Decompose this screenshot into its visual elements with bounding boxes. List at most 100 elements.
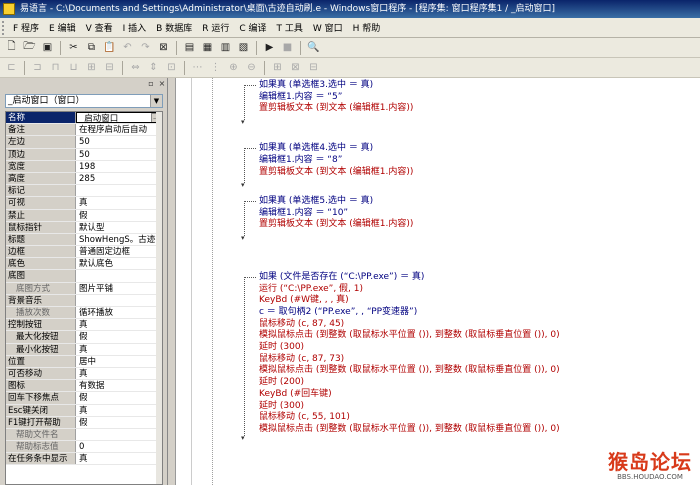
property-row[interactable]: 底图方式 图片平铺: [6, 282, 162, 295]
open-icon[interactable]: 🗁: [22, 40, 37, 55]
menubar-grip[interactable]: [2, 20, 6, 35]
property-row[interactable]: 标记: [6, 185, 162, 198]
cut-icon[interactable]: ✂: [66, 40, 81, 55]
new-file-icon[interactable]: 🗋: [4, 40, 19, 55]
layout3-icon[interactable]: ▥: [218, 40, 233, 55]
paste-icon[interactable]: 📋: [102, 40, 117, 55]
menu-item[interactable]: I 插入: [118, 21, 152, 34]
property-value[interactable]: 真: [76, 405, 162, 416]
property-value[interactable]: [76, 295, 162, 306]
code-line[interactable]: 如果真 (单选框5.选中 ＝ 真): [259, 195, 373, 207]
code-line[interactable]: 如果真 (单选框4.选中 ＝ 真): [259, 142, 373, 154]
property-value[interactable]: 假: [76, 392, 162, 403]
stop-icon[interactable]: ■: [280, 40, 295, 55]
code-line[interactable]: 鼠标移动 (c, 87, 73): [259, 353, 344, 365]
property-row[interactable]: 备注 在程序启动后自动: [6, 124, 162, 137]
menu-item[interactable]: T 工具: [271, 21, 307, 34]
align-middle-icon[interactable]: ⊞: [84, 60, 99, 75]
tab-order-icon[interactable]: ⊟: [306, 60, 321, 75]
menu-item[interactable]: R 运行: [197, 21, 234, 34]
code-line[interactable]: 置剪辑板文本 (到文本 (编辑框1.内容)): [259, 166, 413, 178]
code-line[interactable]: 置剪辑板文本 (到文本 (编辑框1.内容)): [259, 102, 413, 114]
v-space-icon[interactable]: ⋮: [208, 60, 223, 75]
code-line[interactable]: KeyBd (#W键, , , 真): [259, 294, 349, 306]
chevron-down-icon[interactable]: ▼: [150, 95, 162, 107]
property-value[interactable]: 真: [76, 453, 162, 464]
menu-item[interactable]: F 程序: [8, 21, 44, 34]
same-size-icon[interactable]: ⊡: [164, 60, 179, 75]
property-value[interactable]: 假: [76, 210, 162, 221]
property-value[interactable]: 真: [76, 368, 162, 379]
property-scrollbar[interactable]: [156, 112, 162, 484]
code-line[interactable]: 编辑框1.内容 ＝ “5”: [259, 91, 342, 103]
property-row[interactable]: 播放次数 循环播放: [6, 307, 162, 320]
property-value[interactable]: 图片平铺: [76, 283, 162, 294]
property-value[interactable]: 真: [76, 319, 162, 330]
run-icon[interactable]: ▶: [262, 40, 277, 55]
property-value[interactable]: 普通固定边框: [76, 246, 162, 257]
delete-icon[interactable]: ⊠: [156, 40, 171, 55]
property-value[interactable]: 真: [76, 344, 162, 355]
property-row[interactable]: 在任务条中显示真: [6, 453, 162, 466]
property-row[interactable]: 帮助标志值 0: [6, 441, 162, 454]
code-line[interactable]: 编辑框1.内容 ＝ “10”: [259, 207, 348, 219]
align-center-icon[interactable]: ⊐: [30, 60, 45, 75]
align-right-icon[interactable]: ⊓: [48, 60, 63, 75]
undo-icon[interactable]: ↶: [120, 40, 135, 55]
menu-item[interactable]: B 数据库: [151, 21, 197, 34]
property-value[interactable]: 循环播放: [76, 307, 162, 318]
lock-icon[interactable]: ⊠: [288, 60, 303, 75]
property-value[interactable]: 真: [76, 197, 162, 208]
property-value[interactable]: 有数据: [76, 380, 162, 391]
panel-pin-icon[interactable]: ▫: [146, 79, 156, 89]
property-value[interactable]: [76, 429, 162, 440]
binoculars-icon[interactable]: 🔍: [306, 40, 321, 55]
code-line[interactable]: 运行 (“C:\PP.exe”, 假, 1): [259, 283, 363, 295]
property-row[interactable]: 鼠标指针 默认型: [6, 221, 162, 234]
property-row[interactable]: 标题 ShowHengS。古迹扌: [6, 233, 162, 247]
menu-item[interactable]: W 窗口: [308, 21, 348, 34]
property-value[interactable]: [76, 270, 162, 281]
property-row[interactable]: F1键打开帮助假: [6, 416, 162, 429]
property-row[interactable]: 帮助文件名: [6, 428, 162, 442]
code-line[interactable]: 置剪辑板文本 (到文本 (编辑框1.内容)): [259, 218, 413, 230]
property-row[interactable]: 禁止假: [6, 209, 162, 222]
h-space-icon[interactable]: ⋯: [190, 60, 205, 75]
code-line[interactable]: c ＝ 取句柄2 (“PP.exe”, , “PP变速器”): [259, 306, 417, 318]
save-icon[interactable]: ▣: [40, 40, 55, 55]
property-row[interactable]: 左边 50: [6, 136, 162, 149]
property-row[interactable]: 最大化按钮假: [6, 331, 162, 344]
grid-icon[interactable]: ⊞: [270, 60, 285, 75]
property-row[interactable]: 回车下移焦点假: [6, 392, 162, 405]
property-value[interactable]: 在程序启动后自动: [76, 124, 162, 135]
code-line[interactable]: 鼠标移动 (c, 55, 101): [259, 411, 350, 423]
property-row[interactable]: 可否移动真: [6, 367, 162, 381]
layout1-icon[interactable]: ▤: [182, 40, 197, 55]
redo-icon[interactable]: ↷: [138, 40, 153, 55]
align-top-icon[interactable]: ⊔: [66, 60, 81, 75]
property-value[interactable]: 假: [76, 331, 162, 342]
property-row[interactable]: 可视真: [6, 197, 162, 210]
property-row[interactable]: 名称_启动窗口...: [6, 112, 162, 125]
property-row[interactable]: 高度 285: [6, 172, 162, 186]
property-value[interactable]: ShowHengS。古迹扌: [76, 234, 162, 245]
code-line[interactable]: 模拟鼠标点击 (到整数 (取鼠标水平位置 ()), 到整数 (取鼠标垂直位置 (…: [259, 329, 560, 341]
property-value[interactable]: 默认型: [76, 222, 162, 233]
code-line[interactable]: 编辑框1.内容 ＝ “8”: [259, 154, 342, 166]
property-value[interactable]: 285: [76, 173, 162, 184]
property-row[interactable]: 控制按钮真: [6, 319, 162, 332]
property-row[interactable]: 底色 默认底色: [6, 258, 162, 271]
property-value[interactable]: 198: [76, 161, 162, 172]
menu-item[interactable]: E 编辑: [44, 21, 81, 34]
property-value[interactable]: 假: [76, 417, 162, 428]
code-line[interactable]: 模拟鼠标点击 (到整数 (取鼠标水平位置 ()), 到整数 (取鼠标垂直位置 (…: [259, 423, 560, 435]
property-row[interactable]: 位置 居中: [6, 355, 162, 368]
menu-item[interactable]: H 帮助: [348, 21, 386, 34]
property-row[interactable]: 顶边 50: [6, 148, 162, 161]
property-row[interactable]: 背景音乐: [6, 294, 162, 307]
code-line[interactable]: 模拟鼠标点击 (到整数 (取鼠标水平位置 ()), 到整数 (取鼠标垂直位置 (…: [259, 364, 560, 376]
layout4-icon[interactable]: ▧: [236, 40, 251, 55]
code-line[interactable]: 如果真 (单选框3.选中 ＝ 真): [259, 79, 373, 91]
property-row[interactable]: 宽度 198: [6, 160, 162, 173]
same-width-icon[interactable]: ⇔: [128, 60, 143, 75]
